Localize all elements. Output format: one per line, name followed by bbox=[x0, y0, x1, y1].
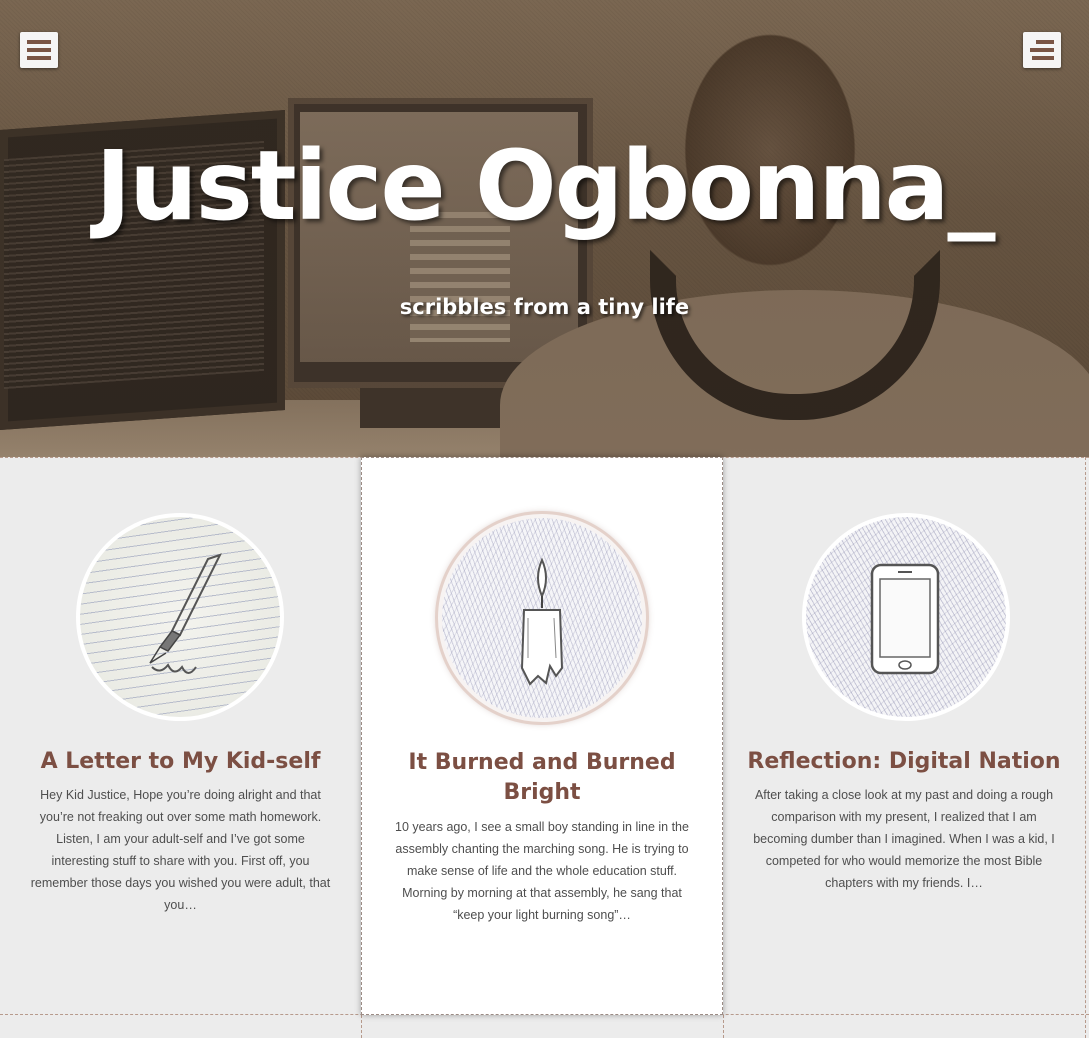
post-excerpt: 10 years ago, I see a small boy standing… bbox=[395, 820, 689, 922]
align-right-icon-bar bbox=[1030, 48, 1054, 52]
sidebar-toggle-button[interactable] bbox=[1023, 32, 1061, 68]
align-right-icon bbox=[1036, 40, 1054, 44]
post-title[interactable]: A Letter to My Kid-self bbox=[20, 747, 341, 777]
post-grid: A Letter to My Kid-self Hey Kid Justice,… bbox=[0, 457, 1089, 1038]
divider bbox=[361, 1015, 362, 1038]
align-right-icon-bar bbox=[1032, 56, 1054, 60]
site-title[interactable]: Justice Ogbonna_ bbox=[0, 130, 1089, 242]
paintbrush-sketch-icon bbox=[149, 553, 222, 674]
post-excerpt: Hey Kid Justice, Hope you’re doing alrig… bbox=[30, 788, 331, 912]
post-excerpt: After taking a close look at my past and… bbox=[753, 788, 1055, 890]
post-card: Reflection: Digital Nation After taking … bbox=[723, 457, 1085, 1015]
main-menu-button[interactable] bbox=[20, 32, 58, 68]
divider bbox=[723, 1015, 724, 1038]
post-card-highlighted: It Burned and Burned Bright 10 years ago… bbox=[361, 457, 723, 1015]
hamburger-icon-bar bbox=[27, 48, 51, 52]
post-thumbnail[interactable] bbox=[438, 514, 646, 722]
post-title[interactable]: Reflection: Digital Nation bbox=[743, 747, 1065, 777]
post-card: A Letter to My Kid-self Hey Kid Justice,… bbox=[0, 457, 361, 1015]
post-title[interactable]: It Burned and Burned Bright bbox=[382, 748, 702, 808]
post-thumbnail[interactable] bbox=[802, 513, 1010, 721]
divider bbox=[1085, 457, 1086, 1038]
hamburger-icon bbox=[27, 40, 51, 44]
hero-header: Justice Ogbonna_ scribbles from a tiny l… bbox=[0, 0, 1089, 457]
candle-sketch-icon bbox=[520, 557, 564, 686]
site-tagline: scribbles from a tiny life bbox=[399, 295, 690, 319]
smartphone-sketch-icon bbox=[870, 563, 940, 675]
hamburger-icon-bar bbox=[27, 56, 51, 60]
post-thumbnail[interactable] bbox=[76, 513, 284, 721]
